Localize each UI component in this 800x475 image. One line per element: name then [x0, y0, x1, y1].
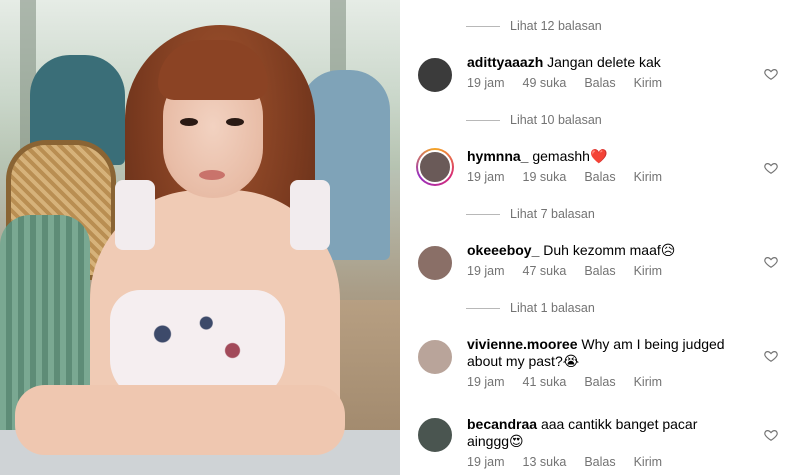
- heart-outline-icon[interactable]: [764, 255, 778, 269]
- comment-body: okeeeboy_ Duh kezomm maaf😥: [467, 242, 767, 260]
- view-replies-button[interactable]: Lihat 7 balasan: [466, 206, 595, 222]
- comment-time: 19 jam: [467, 170, 505, 184]
- view-replies-label: Lihat 12 balasan: [510, 19, 602, 33]
- post-photo[interactable]: [0, 0, 400, 475]
- divider-line: [466, 25, 500, 27]
- reply-button[interactable]: Balas: [584, 375, 615, 389]
- photo-subject-strap: [115, 180, 155, 250]
- avatar-image: [416, 56, 454, 94]
- comment-text: Duh kezomm maaf: [543, 242, 661, 258]
- comment-meta: 19 jam 49 suka Balas Kirim: [467, 76, 680, 90]
- comment-body: becandraa aaa cantikk banget pacar aingg…: [467, 416, 737, 451]
- comment-body: hymnna_ gemashh❤️: [467, 148, 767, 166]
- send-button[interactable]: Kirim: [634, 76, 662, 90]
- avatar[interactable]: [416, 244, 454, 282]
- view-replies-label: Lihat 1 balasan: [510, 301, 595, 315]
- photo-subject-strap: [290, 180, 330, 250]
- comment-username[interactable]: okeeeboy_: [467, 242, 543, 258]
- comment-text: gemashh: [532, 148, 590, 164]
- comment-username[interactable]: hymnna_: [467, 148, 532, 164]
- comment-time: 19 jam: [467, 375, 505, 389]
- comment-meta: 19 jam 41 suka Balas Kirim: [467, 375, 680, 389]
- comments-panel: Lihat 12 balasan adittyaaazh Jangan dele…: [400, 0, 800, 475]
- heart-outline-icon[interactable]: [764, 161, 778, 175]
- avatar-image: [416, 416, 454, 454]
- comment-meta: 19 jam 47 suka Balas Kirim: [467, 264, 680, 278]
- comment-emoji: ❤️: [589, 149, 608, 165]
- send-button[interactable]: Kirim: [634, 264, 662, 278]
- comment-username[interactable]: becandraa: [467, 416, 541, 432]
- divider-line: [466, 213, 500, 215]
- divider-line: [466, 307, 500, 309]
- post-view: Lihat 12 balasan adittyaaazh Jangan dele…: [0, 0, 800, 475]
- comment-username[interactable]: adittyaaazh: [467, 54, 547, 70]
- avatar-with-story[interactable]: [416, 148, 454, 186]
- comment-meta: 19 jam 13 suka Balas Kirim: [467, 455, 680, 469]
- avatar[interactable]: [416, 338, 454, 376]
- reply-button[interactable]: Balas: [584, 170, 615, 184]
- comment-likes[interactable]: 47 suka: [523, 264, 567, 278]
- reply-button[interactable]: Balas: [584, 455, 615, 469]
- view-replies-button[interactable]: Lihat 10 balasan: [466, 112, 602, 128]
- reply-button[interactable]: Balas: [584, 264, 615, 278]
- heart-outline-icon[interactable]: [764, 349, 778, 363]
- comment-body: vivienne.mooree Why am I being judged ab…: [467, 336, 757, 371]
- avatar-image: [416, 338, 454, 376]
- view-replies-label: Lihat 7 balasan: [510, 207, 595, 221]
- view-replies-label: Lihat 10 balasan: [510, 113, 602, 127]
- photo-subject-top: [110, 290, 285, 400]
- avatar[interactable]: [416, 56, 454, 94]
- photo-subject-eye: [180, 118, 198, 126]
- view-replies-button[interactable]: Lihat 12 balasan: [466, 18, 602, 34]
- comment-time: 19 jam: [467, 455, 505, 469]
- send-button[interactable]: Kirim: [634, 455, 662, 469]
- comment-emoji: 😥: [660, 243, 676, 259]
- comment-time: 19 jam: [467, 76, 505, 90]
- comment-likes[interactable]: 13 suka: [523, 455, 567, 469]
- comment-text: Jangan delete kak: [547, 54, 661, 70]
- comment-time: 19 jam: [467, 264, 505, 278]
- send-button[interactable]: Kirim: [634, 170, 662, 184]
- comment-emoji: 😍: [509, 434, 524, 450]
- comment-likes[interactable]: 49 suka: [523, 76, 567, 90]
- avatar-image: [418, 150, 452, 184]
- heart-outline-icon[interactable]: [764, 67, 778, 81]
- comment-emoji: 😭: [562, 354, 580, 370]
- view-replies-button[interactable]: Lihat 1 balasan: [466, 300, 595, 316]
- comment-meta: 19 jam 19 suka Balas Kirim: [467, 170, 680, 184]
- avatar-image: [416, 244, 454, 282]
- comment-body: adittyaaazh Jangan delete kak: [467, 54, 767, 71]
- photo-subject-arms: [15, 385, 345, 455]
- avatar[interactable]: [416, 416, 454, 454]
- photo-subject-lips: [199, 170, 225, 180]
- comment-username[interactable]: vivienne.mooree: [467, 336, 581, 352]
- comment-likes[interactable]: 19 suka: [523, 170, 567, 184]
- photo-subject-eye: [226, 118, 244, 126]
- reply-button[interactable]: Balas: [584, 76, 615, 90]
- photo-subject-bangs: [158, 40, 268, 100]
- divider-line: [466, 119, 500, 121]
- send-button[interactable]: Kirim: [634, 375, 662, 389]
- heart-outline-icon[interactable]: [764, 428, 778, 442]
- comment-likes[interactable]: 41 suka: [523, 375, 567, 389]
